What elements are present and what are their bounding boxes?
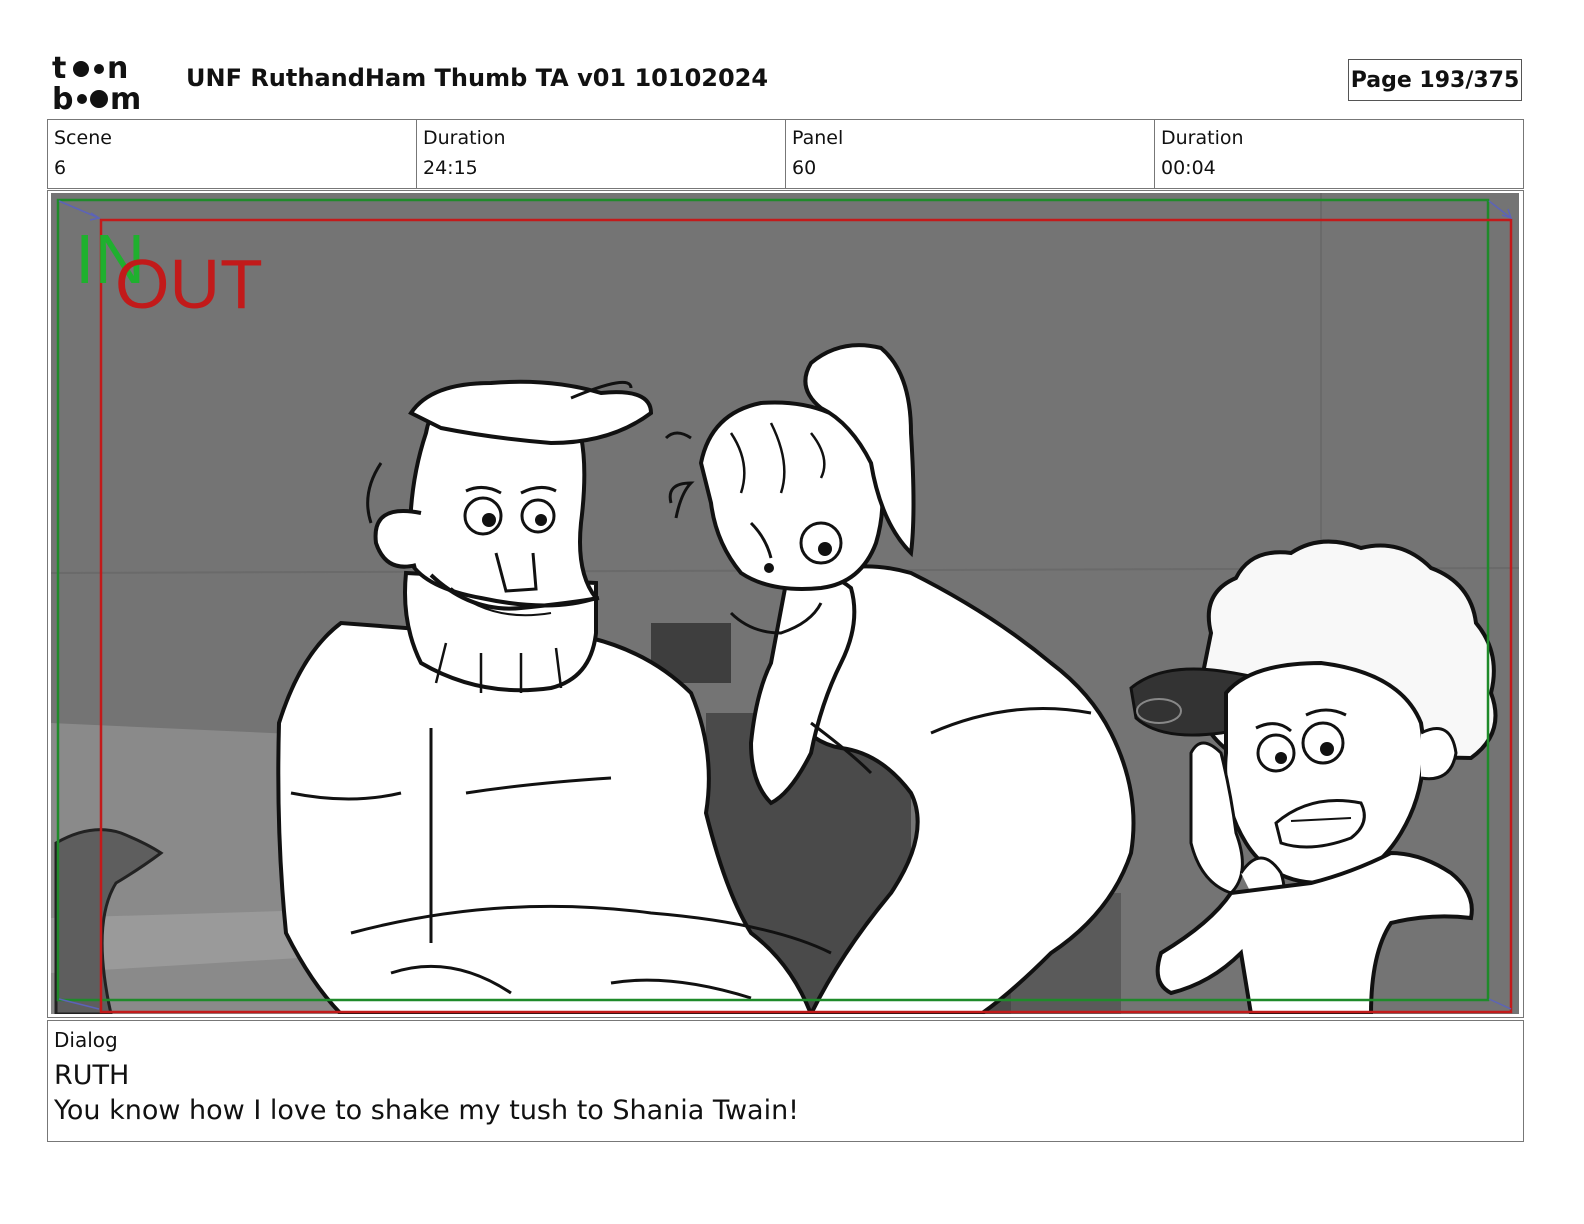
storyboard-panel-frame: IN OUT <box>47 190 1524 1018</box>
svg-text:n: n <box>107 52 128 86</box>
document-title: UNF RuthandHam Thumb TA v01 10102024 <box>186 64 769 92</box>
page-indicator: Page 193/375 <box>1348 59 1522 101</box>
dialog-character: RUTH <box>54 1060 130 1091</box>
scene-label: Scene <box>54 127 112 149</box>
scene-duration-label: Duration <box>423 127 506 149</box>
panel-cell: Panel 60 <box>786 120 1155 188</box>
panel-duration-value: 00:04 <box>1161 157 1216 179</box>
panel-info-grid: Scene 6 Duration 24:15 Panel 60 Duration… <box>47 119 1524 189</box>
panel-duration-label: Duration <box>1161 127 1244 149</box>
scene-value: 6 <box>54 157 67 179</box>
svg-text:m: m <box>110 82 141 112</box>
panel-value: 60 <box>792 157 817 179</box>
svg-text:b: b <box>52 82 73 112</box>
scene-cell: Scene 6 <box>48 120 417 188</box>
dialog-label: Dialog <box>54 1028 118 1052</box>
svg-text:t: t <box>52 52 66 86</box>
panel-duration-cell: Duration 00:04 <box>1155 120 1523 188</box>
dialog-line: You know how I love to shake my tush to … <box>54 1095 800 1126</box>
panel-label: Panel <box>792 127 844 149</box>
storyboard-panel-image: IN OUT <box>51 193 1519 1014</box>
toon-boom-logo: t n b m <box>52 52 141 112</box>
scene-duration-value: 24:15 <box>423 157 478 179</box>
out-frame-label: OUT <box>115 245 263 323</box>
scene-duration-cell: Duration 24:15 <box>417 120 786 188</box>
dialog-box: Dialog RUTH You know how I love to shake… <box>47 1020 1524 1142</box>
